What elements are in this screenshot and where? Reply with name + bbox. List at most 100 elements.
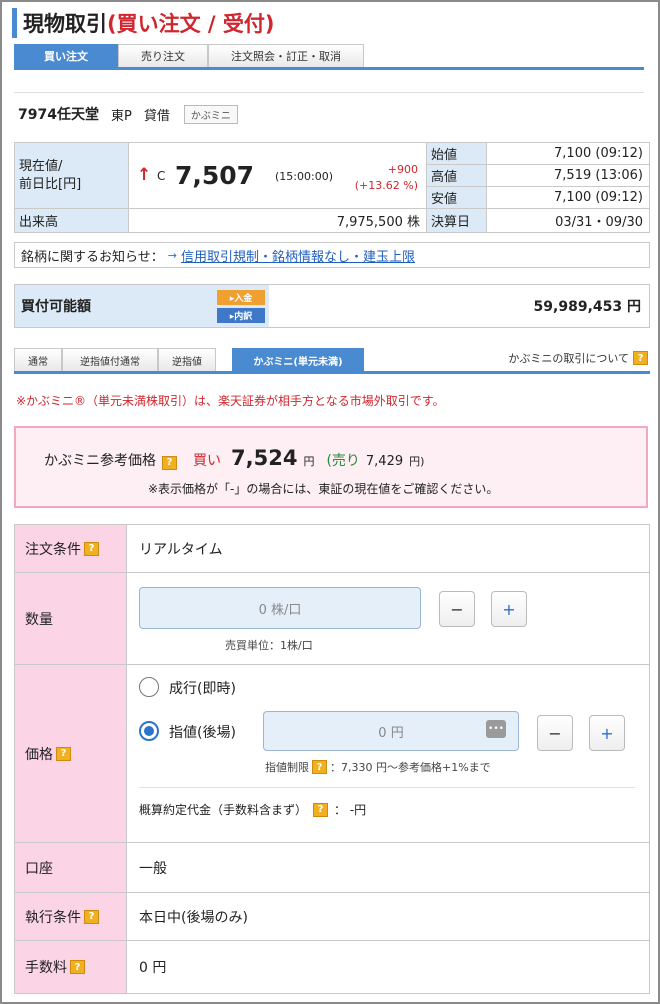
tab-stop[interactable]: 逆指値 — [158, 348, 216, 371]
execution-value: 本日中(後場のみ) — [139, 909, 248, 926]
buying-power-label: 買付可能額 — [21, 299, 91, 315]
tab-order-inquiry[interactable]: 注文照会・訂正・取消 — [208, 44, 364, 67]
help-icon[interactable]: ? — [84, 541, 99, 556]
breakdown-button[interactable]: ▸内訳 — [217, 308, 265, 323]
row-price: 価格? 成行(即時) 指値(後場) 0 円 ••• − + 指値制限 ? ：7,… — [15, 665, 649, 843]
account-value: 一般 — [139, 860, 167, 877]
settlement-value: 03/31・09/30 — [486, 208, 650, 233]
sell-ref-price: 7,429 — [365, 454, 404, 469]
kabumini-badge: かぶミニ — [183, 104, 238, 124]
reference-price-box: かぶミニ参考価格 ? 買い 7,524 円 (売り 7,429 円) ※表示価格… — [14, 426, 648, 508]
limit-order-label: 指値(後場) — [169, 725, 236, 741]
about-kabumini-label: かぶミニの取引について — [508, 352, 629, 365]
fee-value: 0 円 — [139, 960, 167, 976]
account-label: 口座 — [15, 843, 127, 892]
tab-sell-order[interactable]: 売り注文 — [118, 44, 208, 67]
market-order-radio[interactable] — [139, 677, 159, 697]
price-input[interactable]: 0 円 ••• — [263, 711, 519, 751]
high-label: 高値 — [426, 164, 487, 187]
help-icon[interactable]: ? — [313, 802, 329, 817]
high-value: 7,519 (13:06) — [486, 164, 650, 187]
price-label-cell: 価格? — [15, 665, 127, 842]
order-form: 注文条件? リアルタイム 数量 0 株/口 − + 売買単位：1株/口 価格? … — [14, 524, 650, 994]
current-price-cell: ↑ C 7,507 (15:00:00) +900 (+13.62 %) — [128, 142, 427, 209]
notice-link[interactable]: 信用取引規制・銘柄情報なし・建玉上限 — [181, 246, 415, 265]
limit-note-label: 指値制限 — [265, 761, 309, 774]
reference-price-row: かぶミニ参考価格 ? 買い 7,524 円 (売り 7,429 円) — [44, 446, 424, 470]
deposit-button[interactable]: ▸入金 — [217, 290, 265, 305]
stock-code-name: 7974任天堂 — [18, 107, 99, 123]
price-change-pct: (+13.62 %) — [354, 179, 418, 192]
buy-ref-price: 7,524 — [231, 446, 298, 470]
low-label: 安値 — [426, 186, 487, 209]
stock-info: 7974任天堂 東P 貸借 かぶミニ — [18, 104, 238, 124]
keypad-icon[interactable]: ••• — [486, 720, 506, 738]
price-placeholder: 0 円 — [378, 725, 404, 741]
order-condition-label: 注文条件 — [25, 541, 81, 558]
buying-power-value: 59,989,453 円 — [533, 299, 641, 315]
title-main: 現物取引 — [23, 12, 107, 36]
execution-label: 執行条件 — [25, 909, 81, 926]
stock-market: 東P — [110, 108, 132, 124]
quantity-unit: 売買単位：1株/口 — [225, 639, 313, 652]
trade-tabs: 買い注文 売り注文 注文照会・訂正・取消 — [14, 44, 644, 70]
current-price: 7,507 — [175, 161, 255, 190]
help-icon[interactable]: ? — [633, 351, 648, 365]
row-order-condition: 注文条件? リアルタイム — [15, 525, 649, 573]
estimate-label: 概算約定代金（手数料含まず） — [139, 803, 308, 817]
title-sub: (買い注文 / 受付) — [107, 12, 275, 36]
price-cell: 成行(即時) 指値(後場) 0 円 ••• − + 指値制限 ? ：7,330 … — [127, 665, 649, 842]
estimate-value: ： -円 — [334, 803, 367, 817]
settlement-label: 決算日 — [426, 208, 487, 233]
sell-ref-yen: 円) — [409, 455, 425, 468]
up-arrow-icon: ↑ — [137, 165, 152, 185]
limit-order-radio[interactable] — [139, 721, 159, 741]
tab-normal[interactable]: 通常 — [14, 348, 62, 371]
limit-note: 指値制限 ? ：7,330 円〜参考価格+1%まで — [265, 759, 491, 775]
open-value: 7,100 (09:12) — [486, 142, 650, 165]
stock-margin-type: 貸借 — [143, 108, 170, 124]
notice-label: 銘柄に関するお知らせ： — [21, 249, 164, 265]
buy-ref-yen: 円 — [303, 455, 315, 468]
row-quantity: 数量 0 株/口 − + 売買単位：1株/口 — [15, 573, 649, 665]
tab-stop-with-normal[interactable]: 逆指値付通常 — [62, 348, 158, 371]
open-label: 始値 — [426, 142, 487, 165]
about-kabumini-link[interactable]: かぶミニの取引について ? — [508, 350, 648, 366]
close-mark: C — [157, 169, 166, 183]
price-time: (15:00:00) — [275, 170, 333, 183]
quantity-label: 数量 — [15, 573, 127, 664]
stock-notice: 銘柄に関するお知らせ： → 信用取引規制・銘柄情報なし・建玉上限 — [14, 242, 650, 268]
order-condition-label-cell: 注文条件? — [15, 525, 127, 572]
fee-label: 手数料 — [25, 960, 67, 976]
help-icon[interactable]: ? — [56, 746, 71, 761]
execution-label-cell: 執行条件? — [15, 893, 127, 940]
order-condition-value: リアルタイム — [139, 541, 223, 558]
quantity-minus-button[interactable]: − — [439, 591, 475, 627]
help-icon[interactable]: ? — [162, 455, 177, 470]
volume-label: 出来高 — [14, 208, 129, 233]
divider — [139, 787, 635, 788]
price-minus-button[interactable]: − — [537, 715, 573, 751]
estimate-row: 概算約定代金（手数料含まず） ? ： -円 — [139, 801, 366, 818]
divider — [14, 92, 644, 93]
help-icon[interactable]: ? — [84, 909, 99, 924]
price-change: +900 — [387, 163, 418, 176]
quantity-input[interactable]: 0 株/口 — [139, 587, 421, 629]
quantity-cell: 0 株/口 − + 売買単位：1株/口 — [127, 573, 649, 664]
reference-price-label: かぶミニ参考価格 — [44, 453, 156, 469]
otc-warning: ※かぶミニ®（単元未満株取引）は、楽天証券が相手方となる市場外取引です。 — [16, 394, 445, 408]
page-content: 現物取引 (買い注文 / 受付) 買い注文 売り注文 注文照会・訂正・取消 79… — [2, 2, 658, 1002]
quote-table: 現在値/ 前日比[円] ↑ C 7,507 (15:00:00) +900 (+… — [14, 142, 650, 233]
price-plus-button[interactable]: + — [589, 715, 625, 751]
tab-buy-order[interactable]: 買い注文 — [14, 44, 118, 67]
tab-kabumini[interactable]: かぶミニ(単元未満) — [232, 348, 364, 371]
help-icon[interactable]: ? — [312, 760, 327, 774]
quantity-plus-button[interactable]: + — [491, 591, 527, 627]
market-order-label: 成行(即時) — [169, 681, 236, 697]
arrow-right-icon: → — [167, 248, 177, 262]
buying-power: 買付可能額 ▸入金 ▸内訳 59,989,453 円 — [14, 284, 650, 328]
row-account: 口座 一般 — [15, 843, 649, 893]
help-icon[interactable]: ? — [70, 960, 85, 974]
row-fee: 手数料? 0 円 — [15, 941, 649, 993]
buy-label: 買い — [193, 453, 221, 469]
